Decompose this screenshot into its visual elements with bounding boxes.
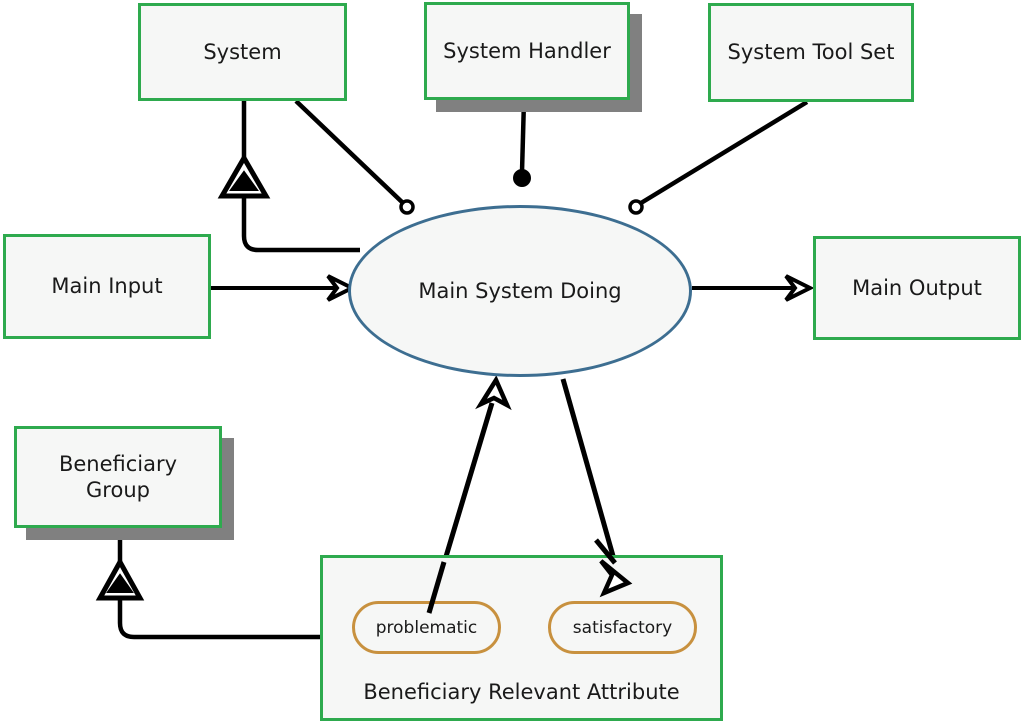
node-main-system-doing-label: Main System Doing xyxy=(418,279,622,303)
node-main-input[interactable]: Main Input xyxy=(3,234,211,339)
edge-attribute-to-beneficiary-group-generalization xyxy=(95,528,320,640)
diagram-canvas: System System Handler System Tool Set Ma… xyxy=(0,0,1024,727)
node-main-output-label: Main Output xyxy=(852,275,982,300)
edge-main-input-to-main-system-doing xyxy=(211,274,357,302)
node-beneficiary-group-label-line-1: Beneficiary xyxy=(58,451,178,476)
node-system-label: System xyxy=(203,39,282,64)
node-beneficiary-relevant-attribute[interactable]: problematic satisfactory Beneficiary Rel… xyxy=(320,555,723,721)
node-beneficiary-group[interactable]: Beneficiary Group xyxy=(14,426,222,528)
node-main-output[interactable]: Main Output xyxy=(813,236,1021,340)
attribute-value-satisfactory[interactable]: satisfactory xyxy=(548,601,697,654)
attribute-value-satisfactory-label: satisfactory xyxy=(572,617,673,638)
node-system-tool-set-label: System Tool Set xyxy=(727,40,895,65)
attribute-value-problematic-label: problematic xyxy=(375,617,478,638)
node-system-tool-set[interactable]: System Tool Set xyxy=(708,3,914,102)
node-beneficiary-relevant-attribute-label: Beneficiary Relevant Attribute xyxy=(363,680,680,704)
node-main-input-label: Main Input xyxy=(51,274,163,299)
node-system-handler[interactable]: System Handler xyxy=(424,2,630,100)
node-main-system-doing[interactable]: Main System Doing xyxy=(348,205,692,377)
node-system-handler-label: System Handler xyxy=(443,38,611,63)
edge-main-system-doing-to-system-generalization xyxy=(217,101,360,253)
edge-system-to-main-system-doing xyxy=(294,99,415,215)
edge-main-system-doing-to-main-output xyxy=(692,274,815,302)
edge-system-tool-set-to-main-system-doing xyxy=(628,100,809,215)
node-system[interactable]: System xyxy=(138,3,347,101)
attribute-value-problematic[interactable]: problematic xyxy=(352,601,501,654)
node-beneficiary-group-label-line-2: Group xyxy=(86,478,150,502)
edge-system-handler-to-main-system-doing xyxy=(513,99,531,187)
